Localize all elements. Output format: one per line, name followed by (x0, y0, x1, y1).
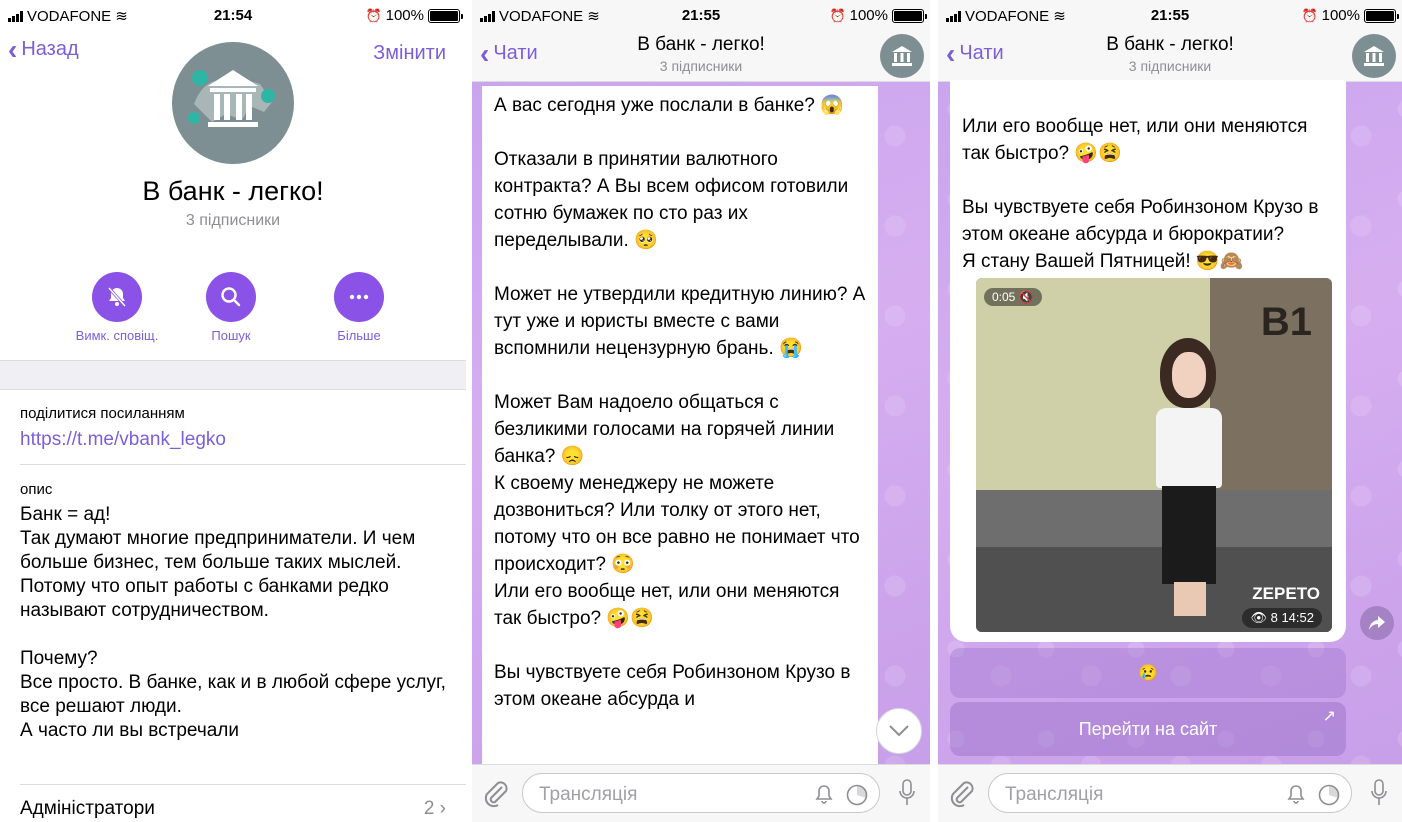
input-bar: Трансляція (472, 764, 930, 822)
chevron-right-icon: › (439, 798, 446, 819)
bank-icon (188, 70, 275, 127)
description-label: опис (20, 481, 53, 498)
administrators-count: 2 (423, 798, 435, 819)
share-arrow-icon (1369, 616, 1385, 630)
subscriber-count: 3 підписники (185, 212, 281, 229)
go-to-site-label: Перейти на сайт (1078, 718, 1218, 739)
back-label: Назад (21, 38, 79, 60)
chevron-down-icon (889, 725, 909, 737)
channel-description: Банк = ад! Так думают многие предпринима… (20, 504, 446, 741)
attach-icon[interactable] (948, 779, 976, 809)
alarm-icon: ⏰ (1301, 7, 1318, 23)
status-bar: VODAFONE ≋ 21:54 ⏰ 100% (0, 0, 466, 30)
chat-screen-scrolled: VODAFONE ≋ 21:55 ⏰ 100% ‹ Чати В банк - лег… (938, 0, 1402, 822)
back-button[interactable]: ‹ Назад (8, 33, 79, 65)
microphone-icon[interactable] (1370, 778, 1388, 808)
status-bar: VODAFONE ≋ 21:55 ⏰ 100% (938, 0, 1402, 30)
avatar-character-legs (1174, 582, 1206, 616)
mute-notifications-button[interactable]: Вимк. сповіщ. (62, 272, 172, 343)
message-bubble: А вас сегодня уже послали в банке? 😱 Отк… (482, 86, 878, 786)
timer-icon[interactable] (1317, 783, 1341, 807)
views-badge: 👁 8 14:52 (1242, 608, 1322, 628)
input-placeholder: Трансляція (539, 784, 638, 805)
alarm-icon: ⏰ (829, 7, 846, 23)
forward-button[interactable] (1360, 606, 1394, 640)
muted-icon: 🔇 (1018, 290, 1034, 304)
chat-subtitle: 3 підписники (659, 58, 743, 74)
bell-icon[interactable] (1285, 783, 1307, 805)
battery-percent: 100% (385, 7, 424, 24)
bell-slash-icon (107, 287, 127, 307)
external-link-icon: ↗ (1322, 708, 1336, 725)
more-button[interactable]: Більше (304, 272, 414, 343)
search-label: Пошук (211, 328, 251, 343)
chat-header: ‹ Чати В банк - легко! 3 підписники (472, 30, 930, 82)
search-icon (221, 287, 241, 307)
broadcast-input[interactable]: Трансляція (522, 773, 880, 813)
chevron-left-icon: ‹ (8, 33, 18, 65)
battery-icon (1364, 8, 1399, 23)
battery-percent: 100% (1321, 7, 1360, 24)
channel-avatar (172, 42, 294, 164)
go-to-site-button[interactable]: Перейти на сайт ↗ (950, 702, 1346, 756)
search-button[interactable]: Пошук (176, 272, 286, 343)
more-icon (349, 294, 369, 300)
chat-subtitle: 3 підписники (1128, 58, 1212, 74)
bank-icon (892, 46, 912, 66)
broadcast-input[interactable]: Трансляція (988, 773, 1352, 813)
video-watermark: ZEPETO (1252, 584, 1320, 603)
chat-header: ‹ Чати В банк - легко! 3 підписники (938, 30, 1402, 82)
scroll-down-button[interactable] (876, 708, 922, 754)
video-duration-badge[interactable]: 0:05 🔇 (984, 288, 1042, 306)
microphone-icon[interactable] (898, 778, 916, 808)
battery-icon (892, 8, 927, 23)
divider (20, 784, 466, 785)
video-duration: 0:05 (992, 290, 1016, 304)
battery-icon (428, 8, 463, 23)
edit-button[interactable]: Змінити (373, 42, 446, 65)
administrators-row[interactable]: Адміністратори 2 › (20, 798, 446, 820)
chat-screen: VODAFONE ≋ 21:55 ⏰ 100% ‹ Чати В банк - лег… (472, 0, 930, 822)
input-bar: Трансляція (938, 764, 1402, 822)
divider (20, 464, 466, 465)
channel-name: В банк - легко! (142, 176, 324, 206)
avatar-character-shirt (1156, 408, 1222, 488)
section-separator (0, 360, 466, 390)
video-sign: B1 (1260, 300, 1312, 344)
chat-title: В банк - легко! (637, 34, 765, 55)
battery-percent: 100% (849, 7, 888, 24)
bank-icon (1364, 46, 1384, 66)
message-text: Или его вообще нет, или они меняются так… (962, 116, 1319, 272)
view-count: 8 (1270, 610, 1278, 625)
channel-info-screen: VODAFONE ≋ 21:54 ⏰ 100% ‹ Назад Змінити В б… (0, 0, 466, 822)
chat-title: В банк - легко! (1106, 34, 1234, 55)
channel-avatar[interactable] (1352, 34, 1396, 78)
attach-icon[interactable] (482, 779, 510, 809)
reaction-emoji: 😢 (1138, 665, 1158, 682)
message-time: 14:52 (1281, 610, 1314, 625)
avatar-character-face (1172, 352, 1206, 398)
more-label: Більше (337, 328, 381, 343)
reaction-button[interactable]: 😢 (950, 648, 1346, 698)
video-attachment[interactable]: B1 0:05 🔇 ZEPETO 👁 8 14:52 (976, 278, 1332, 632)
share-link-label: поділитися посиланням (20, 405, 185, 422)
channel-avatar[interactable] (880, 34, 924, 78)
status-bar: VODAFONE ≋ 21:55 ⏰ 100% (472, 0, 930, 30)
timer-icon[interactable] (845, 783, 869, 807)
mute-label: Вимк. сповіщ. (75, 328, 159, 343)
administrators-label: Адміністратори (20, 798, 155, 819)
avatar-character-skirt (1162, 486, 1216, 584)
alarm-icon: ⏰ (365, 7, 382, 23)
input-placeholder: Трансляція (1005, 784, 1104, 805)
eye-icon: 👁 (1250, 610, 1267, 625)
share-link[interactable]: https://t.me/vbank_legko (20, 429, 226, 451)
bell-icon[interactable] (813, 783, 835, 805)
